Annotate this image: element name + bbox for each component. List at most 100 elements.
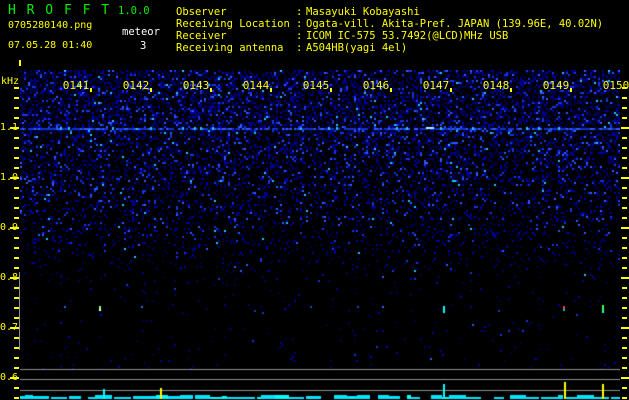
- axis-top-tick: [19, 60, 21, 66]
- y-minor-tick-left: [14, 147, 19, 149]
- y-minor-tick-left: [14, 207, 19, 209]
- y-minor-tick-left: [14, 87, 19, 89]
- time-label: 0147: [422, 79, 450, 92]
- y-minor-tick-left: [14, 137, 19, 139]
- y-minor-tick-right: [622, 367, 627, 369]
- y-minor-tick-right: [622, 357, 627, 359]
- y-minor-tick-right: [622, 137, 627, 139]
- time-tick: [210, 88, 212, 92]
- y-minor-tick-right: [622, 117, 627, 119]
- y-minor-tick-right: [622, 197, 627, 199]
- y-minor-tick-left: [14, 267, 19, 269]
- time-label: 0150: [602, 79, 629, 92]
- y-minor-tick-left: [14, 107, 19, 109]
- y-minor-tick-right: [622, 267, 627, 269]
- info-key: Receiving Location: [176, 18, 290, 30]
- time-tick: [90, 88, 92, 92]
- y-minor-tick-right: [622, 337, 627, 339]
- y-major-tick-right: [621, 227, 629, 229]
- meteor-count: 3: [140, 40, 147, 52]
- y-major-tick-right: [621, 277, 629, 279]
- y-minor-tick-right: [622, 187, 627, 189]
- info-row-receiver: Receiver: ICOM IC-575 53.7492(@LCD)MHz US…: [176, 30, 603, 42]
- y-minor-tick-right: [622, 307, 627, 309]
- y-major-tick-left: [10, 227, 19, 229]
- y-major-tick-left: [10, 327, 19, 329]
- time-tick: [510, 88, 512, 92]
- y-minor-tick-left: [14, 367, 19, 369]
- y-minor-tick-left: [14, 157, 19, 159]
- y-minor-tick-left: [14, 97, 19, 99]
- y-minor-tick-left: [14, 237, 19, 239]
- app-version: 1.0.0: [118, 5, 150, 17]
- y-minor-tick-right: [622, 107, 627, 109]
- colon: :: [296, 6, 303, 18]
- info-row-location: Receiving Location: Ogata-vill. Akita-Pre…: [176, 18, 603, 30]
- y-major-tick-right: [621, 127, 629, 129]
- colon: :: [296, 30, 303, 42]
- time-tick: [570, 88, 572, 92]
- y-minor-tick-right: [622, 157, 627, 159]
- time-label: 0143: [182, 79, 210, 92]
- y-minor-tick-left: [14, 397, 19, 399]
- colon: :: [296, 42, 303, 54]
- observation-datetime: 07.05.28 01:40: [8, 40, 93, 51]
- y-minor-tick-left: [14, 117, 19, 119]
- time-label: 0142: [122, 79, 150, 92]
- y-minor-tick-right: [622, 317, 627, 319]
- y-axis-unit-label: kHz: [1, 76, 20, 87]
- time-tick: [390, 88, 392, 92]
- time-tick: [150, 88, 152, 92]
- y-major-tick-right: [621, 377, 629, 379]
- info-key: Receiving antenna: [176, 42, 284, 54]
- time-label: 0149: [542, 79, 570, 92]
- y-minor-tick-right: [622, 397, 627, 399]
- y-minor-tick-left: [14, 167, 19, 169]
- y-major-tick-left: [10, 277, 19, 279]
- time-tick: [450, 88, 452, 92]
- y-minor-tick-right: [622, 97, 627, 99]
- y-major-tick-left: [10, 377, 19, 379]
- info-key: Observer: [176, 6, 227, 18]
- y-minor-tick-right: [622, 147, 627, 149]
- info-value: A504HB(yagi 4el): [306, 42, 408, 54]
- y-minor-tick-left: [14, 247, 19, 249]
- y-minor-tick-right: [622, 167, 627, 169]
- y-minor-tick-left: [14, 197, 19, 199]
- info-row-antenna: Receiving antenna: A504HB(yagi 4el): [176, 42, 603, 54]
- hrofft-window: H R O F F T 1.0.0 0705280140.png meteor …: [0, 0, 629, 400]
- time-tick: [330, 88, 332, 92]
- info-row-observer: Observer: Masayuki Kobayashi: [176, 6, 603, 18]
- left-reference-line: [19, 272, 20, 350]
- y-minor-tick-right: [622, 257, 627, 259]
- y-minor-tick-left: [14, 257, 19, 259]
- y-minor-tick-right: [622, 247, 627, 249]
- station-info: Observer: Masayuki Kobayashi Receiving Lo…: [176, 6, 603, 54]
- y-minor-tick-right: [622, 287, 627, 289]
- y-major-tick-left: [10, 127, 19, 129]
- mode-label: meteor: [122, 26, 160, 38]
- time-tick: [270, 88, 272, 92]
- y-minor-tick-right: [622, 347, 627, 349]
- time-label: 0145: [302, 79, 330, 92]
- y-major-tick-right: [621, 327, 629, 329]
- colon: :: [296, 18, 303, 30]
- info-value: Masayuki Kobayashi: [306, 6, 420, 18]
- y-minor-tick-left: [14, 387, 19, 389]
- time-label: 0146: [362, 79, 390, 92]
- y-minor-tick-left: [14, 187, 19, 189]
- y-major-tick-right: [621, 177, 629, 179]
- time-label: 0144: [242, 79, 270, 92]
- y-minor-tick-right: [622, 207, 627, 209]
- y-minor-tick-right: [622, 237, 627, 239]
- y-minor-tick-left: [14, 357, 19, 359]
- app-title: H R O F F T: [8, 3, 111, 18]
- spectrogram-canvas: [20, 70, 620, 400]
- output-filename: 0705280140.png: [8, 20, 93, 31]
- info-value: ICOM IC-575 53.7492(@LCD)MHz USB: [306, 30, 509, 42]
- y-minor-tick-right: [622, 217, 627, 219]
- y-major-tick-left: [10, 177, 19, 179]
- info-key: Receiver: [176, 30, 227, 42]
- info-value: Ogata-vill. Akita-Pref. JAPAN (139.96E, …: [306, 18, 604, 30]
- y-minor-tick-right: [622, 387, 627, 389]
